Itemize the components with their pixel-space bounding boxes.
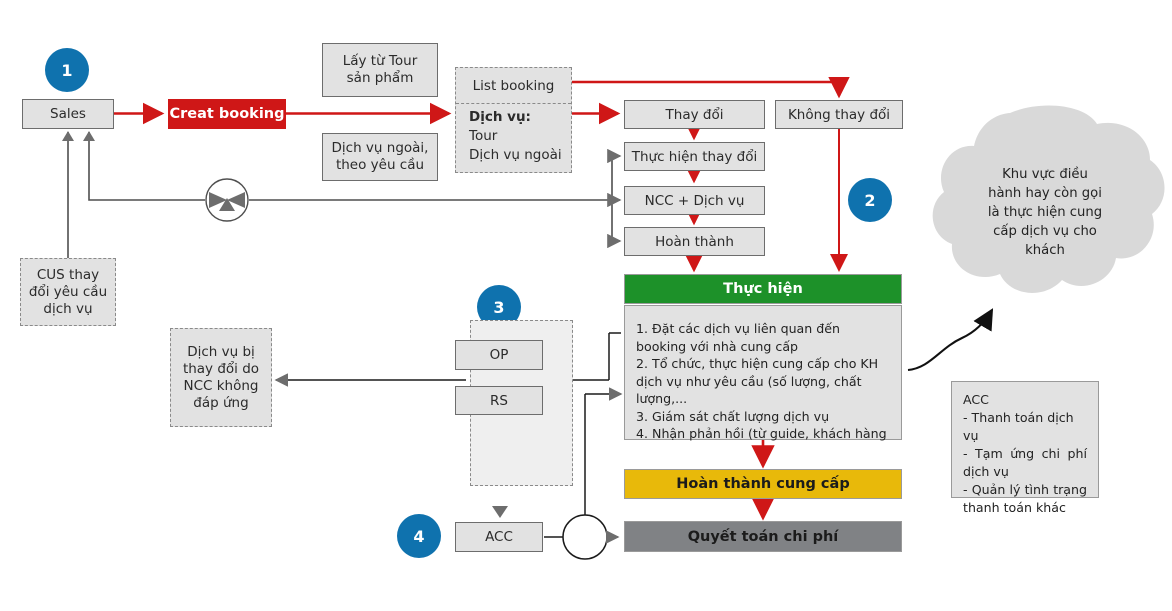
badge-3-label: 3 — [493, 297, 505, 317]
node-lay-tu-tour-line1: Lấy từ Tour — [342, 53, 418, 69]
cloud-line-1: Khu vực điều — [1002, 167, 1088, 182]
node-dich-vu-bi-line4: đáp ứng — [193, 394, 249, 411]
node-dich-vu-bi-line1: Dịch vụ bị — [187, 343, 255, 360]
node-dich-vu-bi-line3: NCC không — [183, 377, 259, 394]
node-cus-thay-doi[interactable]: CUS thay đổi yêu cầu dịch vụ — [20, 258, 116, 326]
node-ncc-dich-vu-label: NCC + Dịch vụ — [644, 192, 745, 209]
node-op-label: OP — [489, 347, 509, 363]
node-thuc-hien-header-label: Thực hiện — [723, 281, 803, 297]
acc-note-line-2: - Tạm ứng chi phí dịch vụ — [963, 446, 1087, 479]
node-list-booking[interactable]: List booking — [456, 68, 571, 104]
node-acc-label: ACC — [485, 529, 513, 545]
node-hoan-thanh-label: Hoàn thành — [655, 233, 734, 250]
badge-1-label: 1 — [61, 60, 73, 80]
junction-merge-icon — [205, 178, 249, 222]
node-dich-vu-ngoai[interactable]: Dịch vụ ngoài, theo yêu cầu — [322, 133, 438, 181]
node-hoan-thanh-cung-cap[interactable]: Hoàn thành cung cấp — [624, 469, 902, 499]
badge-4: 4 — [397, 514, 441, 558]
node-sales[interactable]: Sales — [22, 99, 114, 129]
node-lay-tu-tour-line2: sản phẩm — [346, 70, 414, 86]
node-list-booking-label: List booking — [472, 77, 555, 94]
thuc-hien-step-2: 2. Tổ chức, thực hiện cung cấp cho KH dị… — [636, 356, 879, 406]
cloud-line-5: khách — [1025, 243, 1065, 258]
node-op[interactable]: OP — [455, 340, 543, 370]
node-dich-vu-label: Dịch vụ: — [469, 109, 531, 125]
node-rs-label: RS — [490, 392, 508, 409]
flowchart-canvas: 1 2 3 4 Sales Creat booking Lấy từ Tour … — [0, 0, 1172, 611]
node-dich-vu-item-1: Tour — [469, 128, 498, 144]
badge-4-label: 4 — [413, 526, 425, 546]
node-dich-vu-item-2: Dịch vụ ngoài — [469, 147, 562, 163]
node-thay-doi-label: Thay đổi — [665, 106, 724, 123]
node-dich-vu-ngoai-line1: Dịch vụ ngoài, — [331, 140, 429, 156]
cloud-line-3: là thực hiện cung — [987, 205, 1103, 220]
acc-note-box: ACC - Thanh toán dịch vụ - Tạm ứng chi p… — [951, 381, 1099, 515]
node-sales-label: Sales — [50, 106, 86, 122]
node-acc[interactable]: ACC — [455, 522, 543, 552]
node-cus-thay-doi-line3: dịch vụ — [43, 300, 93, 317]
node-cus-thay-doi-line1: CUS thay — [36, 266, 100, 283]
node-thuc-hien-header[interactable]: Thực hiện — [624, 274, 902, 304]
thuc-hien-step-4: 4. Nhận phản hồi (từ guide, khách hàng — [636, 426, 887, 441]
node-thay-doi[interactable]: Thay đổi — [624, 100, 765, 129]
node-thuc-hien-thay-doi-label: Thực hiện thay đổi — [631, 148, 758, 165]
cloud-label: Khu vực điều hành hay còn gọi là thực hi… — [965, 165, 1125, 260]
acc-note-line-1: - Thanh toán dịch vụ — [963, 410, 1074, 443]
thuc-hien-step-3: 3. Giám sát chất lượng dịch vụ — [636, 408, 830, 424]
node-quyet-toan-chi-phi[interactable]: Quyết toán chi phí — [624, 521, 902, 552]
cloud-line-4: cấp dịch vụ cho — [993, 224, 1097, 239]
badge-1: 1 — [45, 48, 89, 92]
acc-note-line-3: - Quản lý tình trạng thanh toán khác — [963, 482, 1087, 515]
node-ncc-dich-vu[interactable]: NCC + Dịch vụ — [624, 186, 765, 215]
cloud-line-2: hành hay còn gọi — [988, 186, 1102, 201]
node-lay-tu-tour[interactable]: Lấy từ Tour sản phẩm — [322, 43, 438, 97]
node-khong-thay-doi-label: Không thay đổi — [787, 106, 891, 123]
node-dich-vu-ngoai-line2: theo yêu cầu — [335, 157, 425, 173]
badge-2-label: 2 — [864, 190, 876, 210]
node-khong-thay-doi[interactable]: Không thay đổi — [775, 100, 903, 129]
node-creat-booking[interactable]: Creat booking — [168, 99, 286, 129]
node-creat-booking-label: Creat booking — [169, 106, 285, 122]
node-dich-vu-group: Dịch vụ: Tour Dịch vụ ngoài — [456, 104, 571, 165]
node-dich-vu-bi-thay-doi[interactable]: Dịch vụ bị thay đổi do NCC không đáp ứng — [170, 328, 272, 427]
node-hoan-thanh-cung-cap-label: Hoàn thành cung cấp — [676, 476, 850, 492]
node-thuc-hien-thay-doi[interactable]: Thực hiện thay đổi — [624, 142, 765, 171]
acc-note-title: ACC — [963, 392, 989, 407]
node-rs[interactable]: RS — [455, 386, 543, 415]
node-cus-thay-doi-line2: đổi yêu cầu — [28, 283, 108, 300]
badge-2: 2 — [848, 178, 892, 222]
node-hoan-thanh[interactable]: Hoàn thành — [624, 227, 765, 256]
node-quyet-toan-chi-phi-label: Quyết toán chi phí — [687, 528, 839, 545]
thuc-hien-step-1: 1. Đặt các dịch vụ liên quan đến booking… — [636, 321, 840, 354]
connector-layer — [62, 76, 1165, 560]
node-booking-composite[interactable]: List booking Dịch vụ: Tour Dịch vụ ngoài — [455, 67, 572, 173]
node-dich-vu-bi-line2: thay đổi do — [182, 360, 260, 377]
thuc-hien-steps-box: 1. Đặt các dịch vụ liên quan đến booking… — [624, 305, 902, 441]
